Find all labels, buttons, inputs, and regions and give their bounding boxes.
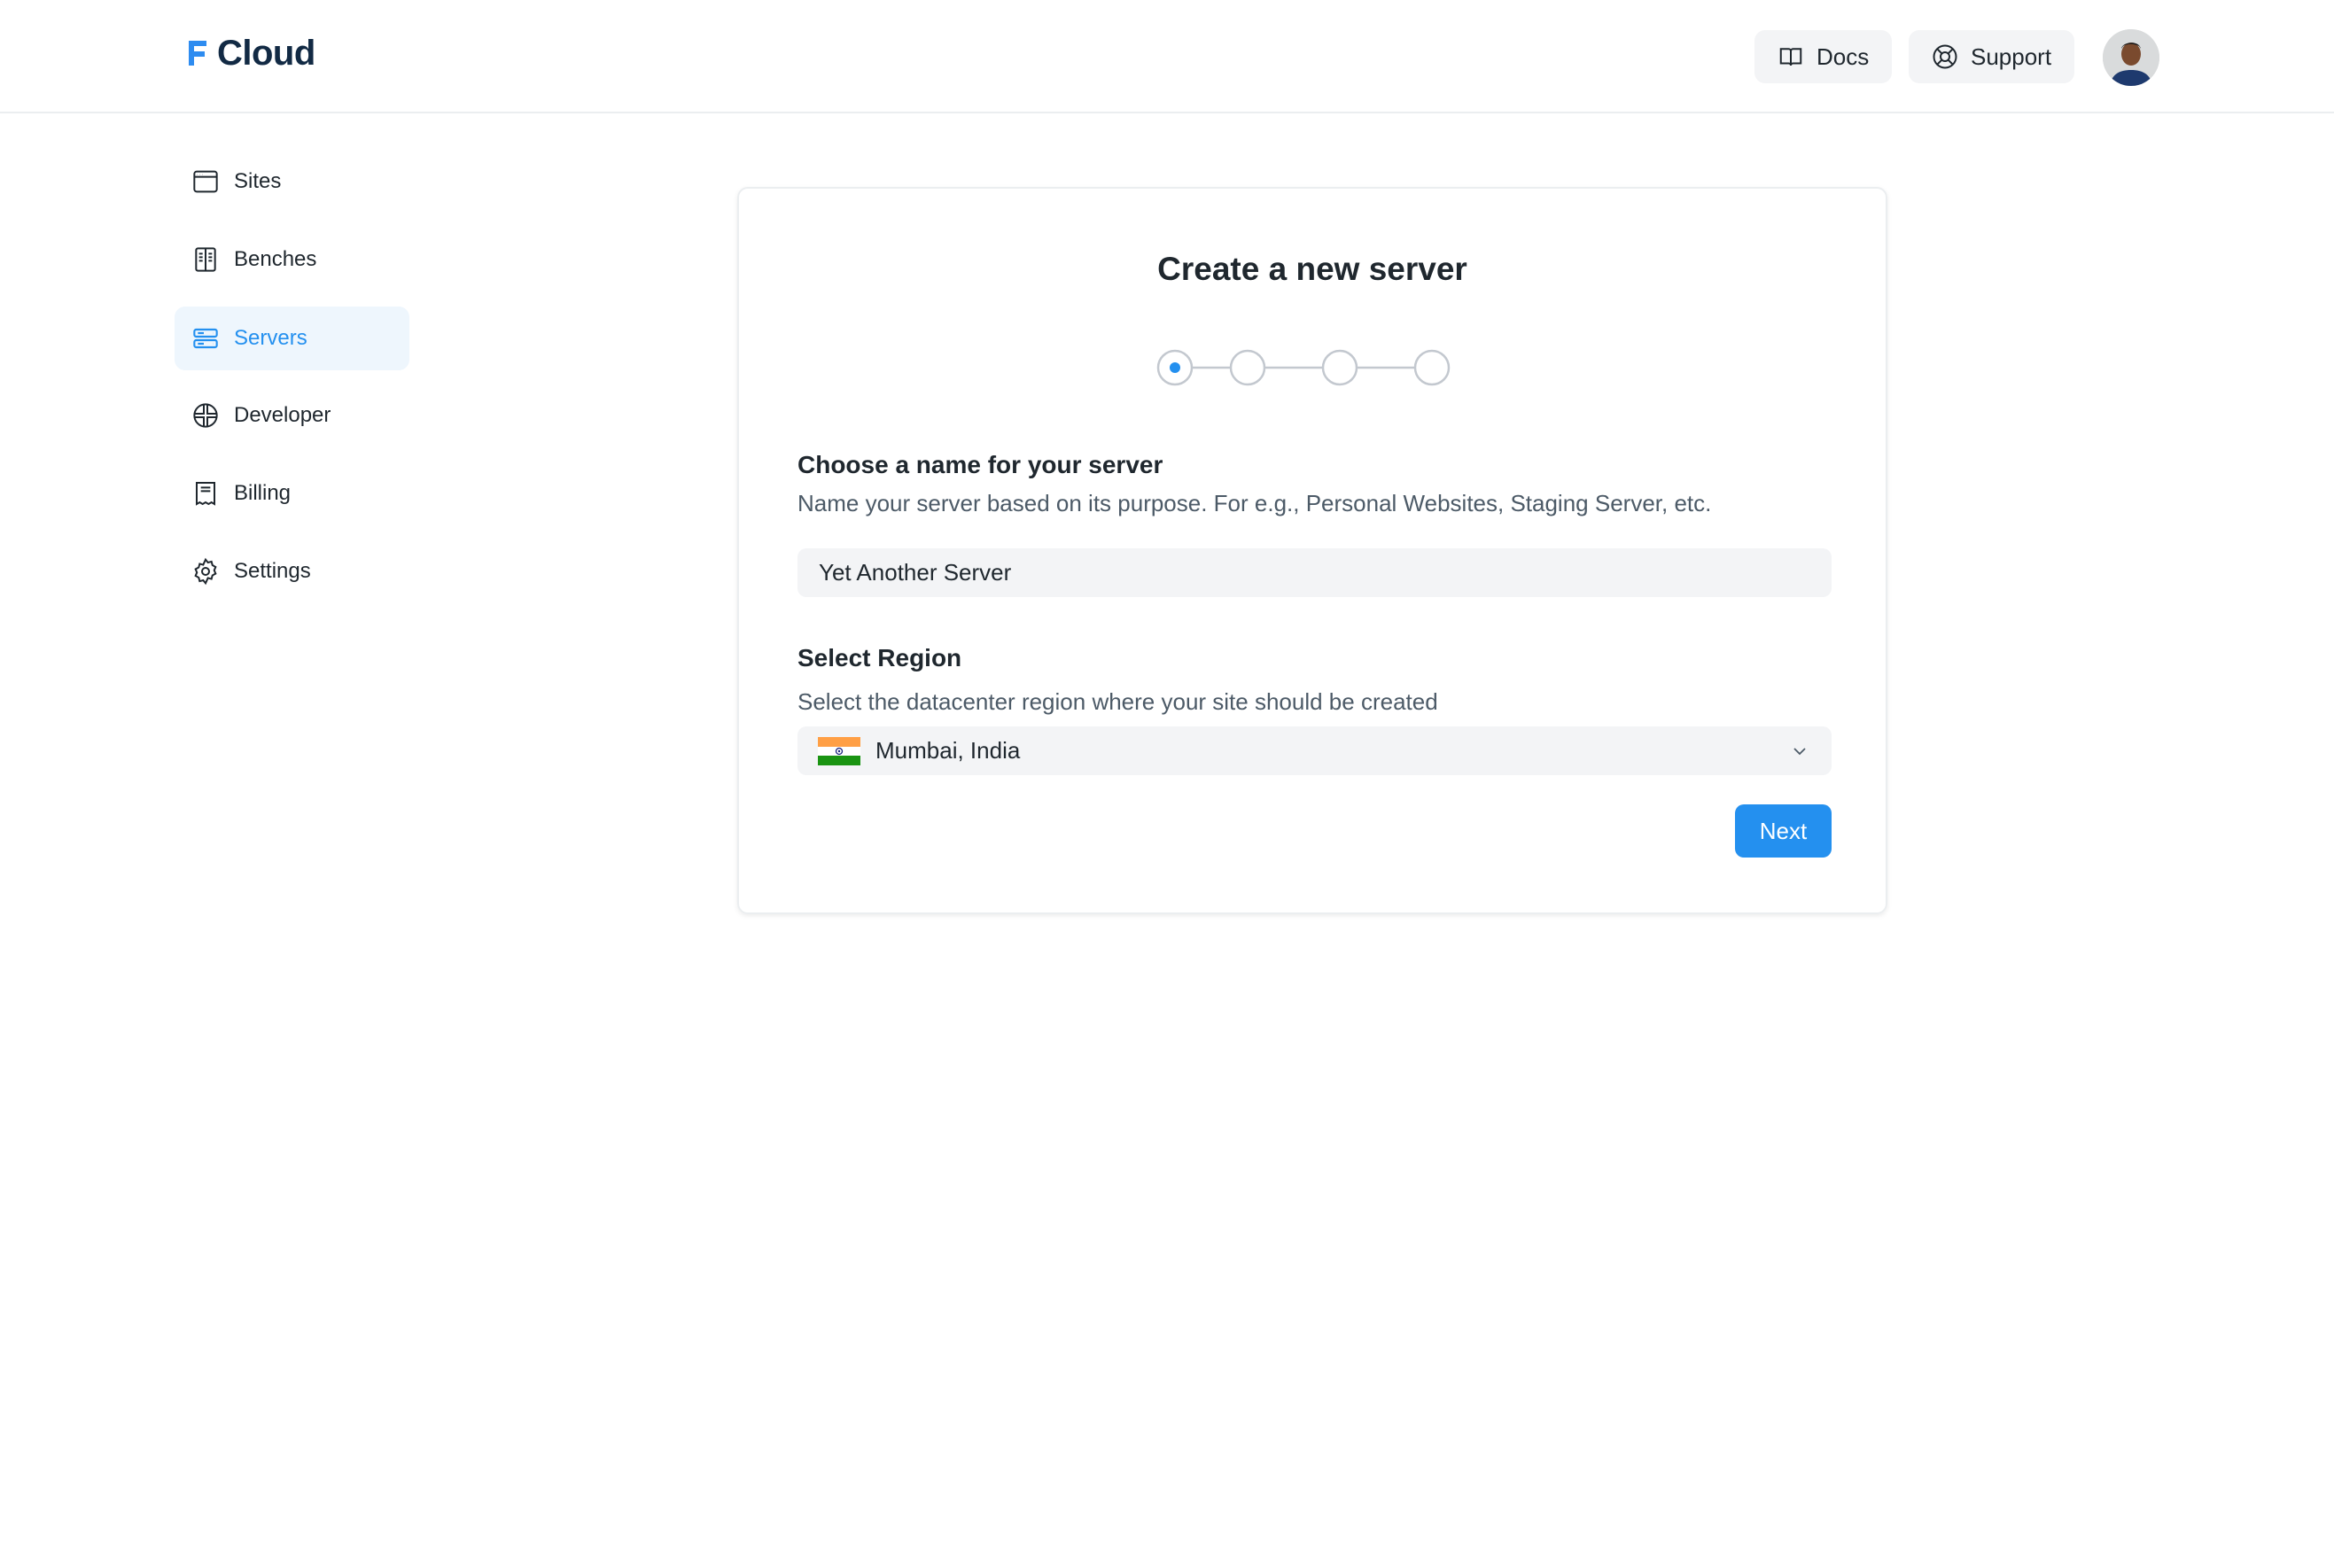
region-section-description: Select the datacenter region where your …	[797, 688, 1438, 715]
sidebar-item-label: Settings	[234, 559, 311, 583]
sidebar-item-label: Billing	[234, 481, 292, 505]
sidebar-item-servers[interactable]: Servers	[175, 307, 409, 370]
india-flag-icon	[818, 736, 860, 765]
create-server-card: Create a new server Choose a name for yo…	[737, 187, 1887, 914]
sidebar-item-developer[interactable]: Developer	[175, 384, 409, 447]
name-section-description: Name your server based on its purpose. F…	[797, 490, 1712, 516]
docs-button[interactable]: Docs	[1754, 30, 1893, 83]
sidebar-item-sites[interactable]: Sites	[175, 150, 409, 213]
step-3	[1321, 349, 1358, 386]
browser-window-icon	[193, 170, 218, 193]
sidebar-item-benches[interactable]: Benches	[175, 228, 409, 291]
sidebar-item-label: Developer	[234, 403, 331, 427]
name-section-heading: Choose a name for your server	[797, 451, 1163, 478]
book-icon	[1779, 48, 1802, 66]
sidebar-item-label: Benches	[234, 247, 317, 271]
docs-label: Docs	[1817, 43, 1870, 70]
step-4	[1413, 349, 1451, 386]
gear-icon	[194, 557, 217, 586]
chevron-down-icon	[1793, 747, 1806, 755]
avatar[interactable]	[2103, 29, 2159, 86]
receipt-icon	[196, 482, 215, 506]
region-section-heading: Select Region	[797, 644, 962, 671]
support-label: Support	[1971, 43, 2052, 70]
brand-logo-icon	[189, 40, 206, 66]
developer-icon	[193, 403, 218, 428]
page-title: Create a new server	[1157, 251, 1467, 287]
stepper	[1156, 349, 1451, 386]
region-selected-value: Mumbai, India	[875, 737, 1021, 764]
step-1-dot	[1170, 362, 1180, 373]
sidebar-item-label: Servers	[234, 326, 307, 350]
step-2	[1229, 349, 1266, 386]
region-select[interactable]: Mumbai, India	[797, 726, 1832, 775]
server-name-value: Yet Another Server	[819, 559, 1012, 586]
sidebar-item-label: Sites	[234, 169, 282, 193]
lifebuoy-icon	[1933, 44, 1957, 69]
bench-icon	[195, 247, 216, 272]
sidebar-item-settings[interactable]: Settings	[175, 539, 409, 603]
server-icon	[193, 328, 218, 349]
sidebar-item-billing[interactable]: Billing	[175, 462, 409, 525]
server-name-input[interactable]: Yet Another Server	[797, 548, 1832, 597]
brand-name: Cloud	[217, 34, 315, 73]
support-button[interactable]: Support	[1909, 30, 2075, 83]
top-header: Cloud Docs Support	[0, 0, 2334, 113]
next-button[interactable]: Next	[1735, 804, 1832, 858]
logo[interactable]: Cloud	[189, 34, 315, 74]
